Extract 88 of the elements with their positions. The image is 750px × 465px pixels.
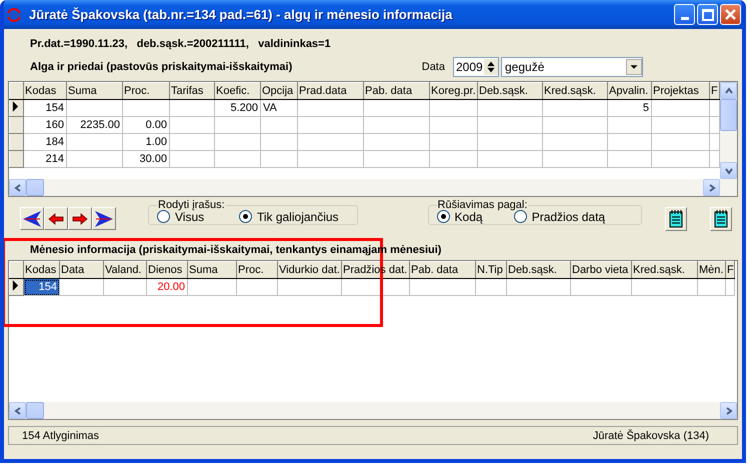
column-header[interactable]: F	[710, 82, 720, 100]
close-button[interactable]	[720, 4, 741, 25]
arrow-left-icon	[22, 210, 42, 228]
column-header[interactable]: Darbo vieta	[570, 262, 632, 278]
scroll-left-icon[interactable]	[12, 182, 22, 192]
column-header[interactable]: Proc.	[122, 82, 170, 100]
app-logo-icon	[6, 6, 22, 22]
column-header[interactable]: Proc.	[236, 262, 278, 278]
table-cell: 160	[46, 119, 64, 131]
radio-option[interactable]: Tik galiojančius	[238, 210, 339, 224]
window-title: Jūratė Špakovska (tab.nr.=134 pad.=61) - algų ir mėnesio informacija	[29, 7, 454, 22]
row-indicator[interactable]	[10, 100, 24, 116]
column-header[interactable]: Kred.sąsk.	[632, 262, 698, 278]
year-spinner[interactable]: 2009	[453, 57, 499, 77]
notepad-icon	[669, 210, 684, 228]
group-title: Rūšiavimas pagal:	[436, 199, 528, 211]
arrow-right-icon	[94, 210, 114, 228]
maximize-icon	[702, 8, 714, 20]
column-header[interactable]: Vidurkio dat.	[278, 262, 342, 278]
column-header[interactable]: Pab. data	[364, 82, 430, 100]
column-header[interactable]: Deb.sąsk.	[478, 82, 542, 100]
table-cell: 5	[642, 102, 649, 114]
column-header[interactable]: Kodas	[24, 82, 66, 100]
table-cell: 184	[46, 136, 64, 148]
minimize-icon	[680, 17, 688, 20]
close-icon	[725, 9, 736, 20]
radio-option[interactable]: Pradžios datą	[514, 210, 606, 224]
table-cell: 214	[46, 153, 64, 165]
next-record-button[interactable]	[68, 207, 92, 230]
scroll-up-icon[interactable]	[724, 86, 734, 96]
column-header[interactable]: Suma	[188, 262, 236, 278]
scroll-right-icon[interactable]	[706, 182, 716, 192]
last-record-button[interactable]	[92, 207, 116, 230]
spin-arrows-icon[interactable]	[484, 59, 498, 75]
table-cell: VA	[263, 102, 277, 114]
radio-option[interactable]: Visus	[157, 210, 204, 224]
scroll-right-icon[interactable]	[724, 406, 734, 416]
table-cell: 5.200	[230, 102, 258, 114]
table-cell: 1.00	[146, 136, 167, 148]
table-cell: 154	[46, 102, 64, 114]
column-header[interactable]: Dienos	[146, 262, 188, 278]
column-header[interactable]: N.Tip	[476, 262, 506, 278]
table-cell: 0.00	[146, 119, 167, 131]
minimize-button[interactable]	[674, 4, 695, 25]
column-header[interactable]: Suma	[66, 82, 122, 100]
column-header[interactable]: Data	[60, 262, 104, 278]
row-indicator[interactable]	[10, 278, 24, 296]
section-title: Alga ir priedai (pastovūs priskaitymai-išskaitymai)	[29, 61, 294, 73]
radio-option[interactable]: Kodą	[436, 210, 483, 224]
scroll-left-icon[interactable]	[12, 406, 22, 416]
group-title: Rodyti įrašus:	[157, 199, 226, 211]
first-record-button[interactable]	[20, 207, 44, 230]
table-cell: 30.00	[139, 153, 167, 165]
notepad-button[interactable]	[710, 207, 732, 231]
column-header[interactable]: Projektas	[652, 82, 710, 100]
vertical-scrollbar[interactable]	[720, 82, 737, 179]
current-row-arrow-icon	[12, 101, 19, 112]
scroll-down-icon[interactable]	[724, 166, 734, 176]
current-row-arrow-icon	[12, 280, 19, 291]
column-header[interactable]: Apvalin.	[608, 82, 652, 100]
status-text: 154 Atlyginimas	[22, 430, 100, 442]
column-header[interactable]: Koefic.	[214, 82, 260, 100]
scroll-thumb[interactable]	[26, 402, 44, 419]
notepad-button[interactable]	[665, 207, 688, 231]
column-header[interactable]: Kodas	[24, 262, 60, 278]
previous-record-button[interactable]	[44, 207, 68, 230]
column-header[interactable]: Kred.sąsk.	[542, 82, 608, 100]
status-text: Jūratė Špakovska (134)	[592, 430, 709, 442]
column-header[interactable]: Prad.data	[298, 82, 364, 100]
table-cell: 2235.00	[80, 119, 120, 131]
horizontal-scrollbar[interactable]	[9, 179, 737, 196]
column-header[interactable]: Tarifas	[170, 82, 214, 100]
column-header[interactable]: Opcija	[260, 82, 298, 100]
horizontal-scrollbar[interactable]	[9, 402, 737, 419]
column-header[interactable]: Koreg.pr.	[430, 82, 478, 100]
maximize-button[interactable]	[697, 4, 718, 25]
column-header[interactable]: Pab. data	[410, 262, 476, 278]
column-header[interactable]: Mėn.	[698, 262, 726, 278]
date-label: Data	[422, 61, 445, 73]
table-cell: 20.00	[157, 281, 185, 293]
column-header[interactable]: Deb.sąsk.	[506, 262, 570, 278]
scroll-thumb[interactable]	[26, 179, 44, 196]
table-cell: 154	[38, 281, 57, 293]
month-dropdown[interactable]: gegužė	[501, 57, 643, 77]
employee-info-text: Pr.dat.=1990.11.23, deb.sąsk.=200211111, valdininkas=1	[29, 37, 332, 52]
notepad-icon	[714, 210, 728, 228]
scroll-thumb[interactable]	[720, 99, 737, 131]
column-header[interactable]: Valand.	[104, 262, 146, 278]
